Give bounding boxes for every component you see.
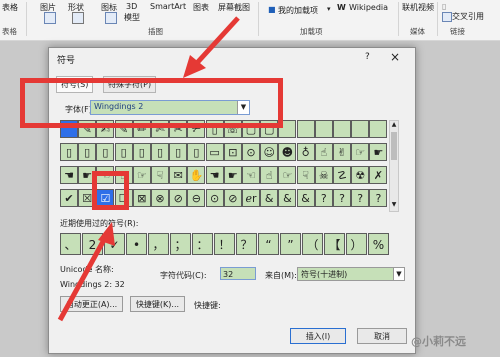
arrow-icon-bottom (57, 222, 115, 322)
annotation-arrows (57, 16, 240, 322)
arrow-icon-top (183, 16, 240, 78)
watermark: @小莉不远 (411, 335, 466, 348)
